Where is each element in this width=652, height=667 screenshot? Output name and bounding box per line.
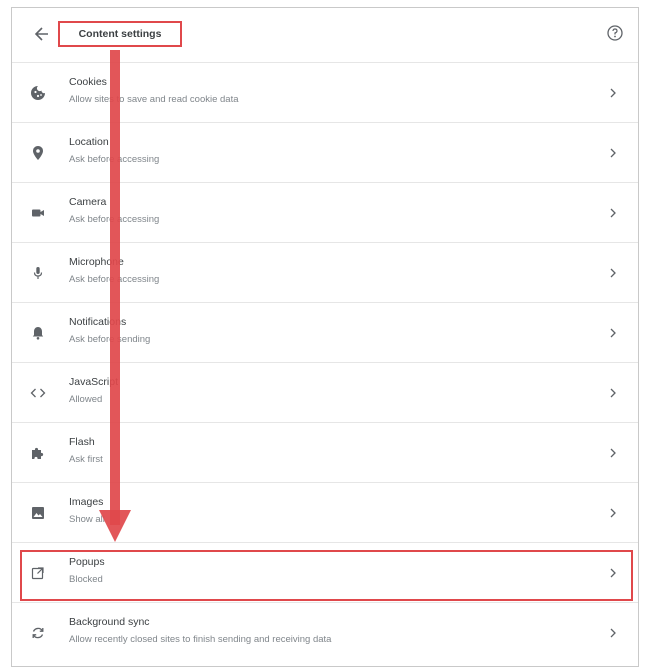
chevron-right-icon — [610, 448, 616, 458]
setting-description: Allow sites to save and read cookie data — [69, 94, 239, 105]
chevron-right-icon — [610, 148, 616, 158]
help-icon[interactable] — [606, 24, 624, 42]
chevron-right-icon — [610, 208, 616, 218]
setting-label: Background sync — [69, 616, 150, 628]
chevron-right-icon — [610, 268, 616, 278]
camera-icon — [32, 209, 44, 217]
setting-description: Allow recently closed sites to finish se… — [69, 634, 332, 645]
setting-row-flash[interactable]: Flash Ask first — [12, 422, 638, 482]
cookie-icon — [31, 86, 45, 100]
setting-row-javascript[interactable]: JavaScript Allowed — [12, 362, 638, 422]
setting-label: Popups — [69, 556, 105, 568]
annotation-arrow-shaft — [110, 50, 120, 525]
chevron-right-icon — [610, 388, 616, 398]
bell-icon — [32, 327, 44, 340]
annotation-arrow-head — [99, 510, 131, 542]
setting-label: Images — [69, 496, 104, 508]
setting-description: Ask first — [69, 454, 103, 465]
settings-list: Cookies Allow sites to save and read coo… — [12, 62, 638, 662]
sync-icon — [32, 627, 44, 639]
microphone-icon — [33, 267, 43, 279]
chevron-right-icon — [610, 628, 616, 638]
setting-row-location[interactable]: Location Ask before accessing — [12, 122, 638, 182]
setting-row-cookies[interactable]: Cookies Allow sites to save and read coo… — [12, 62, 638, 122]
page-title: Content settings — [58, 21, 182, 47]
image-icon — [32, 507, 44, 519]
setting-row-background-sync[interactable]: Background sync Allow recently closed si… — [12, 602, 638, 662]
setting-row-microphone[interactable]: Microphone Ask before accessing — [12, 242, 638, 302]
header: Content settings — [12, 8, 638, 60]
settings-panel: Content settings Cookies Allow sites to … — [11, 7, 639, 667]
setting-description: Blocked — [69, 574, 103, 585]
location-pin-icon — [33, 146, 43, 160]
chevron-right-icon — [610, 568, 616, 578]
setting-row-notifications[interactable]: Notifications Ask before sending — [12, 302, 638, 362]
popup-icon — [31, 567, 44, 580]
setting-row-popups[interactable]: Popups Blocked — [12, 542, 638, 602]
puzzle-icon — [32, 447, 44, 459]
code-icon — [30, 388, 46, 398]
back-arrow-icon[interactable] — [32, 24, 52, 44]
chevron-right-icon — [610, 508, 616, 518]
setting-label: Cookies — [69, 76, 107, 88]
chevron-right-icon — [610, 328, 616, 338]
setting-row-camera[interactable]: Camera Ask before accessing — [12, 182, 638, 242]
setting-label: Flash — [69, 436, 95, 448]
chevron-right-icon — [610, 88, 616, 98]
